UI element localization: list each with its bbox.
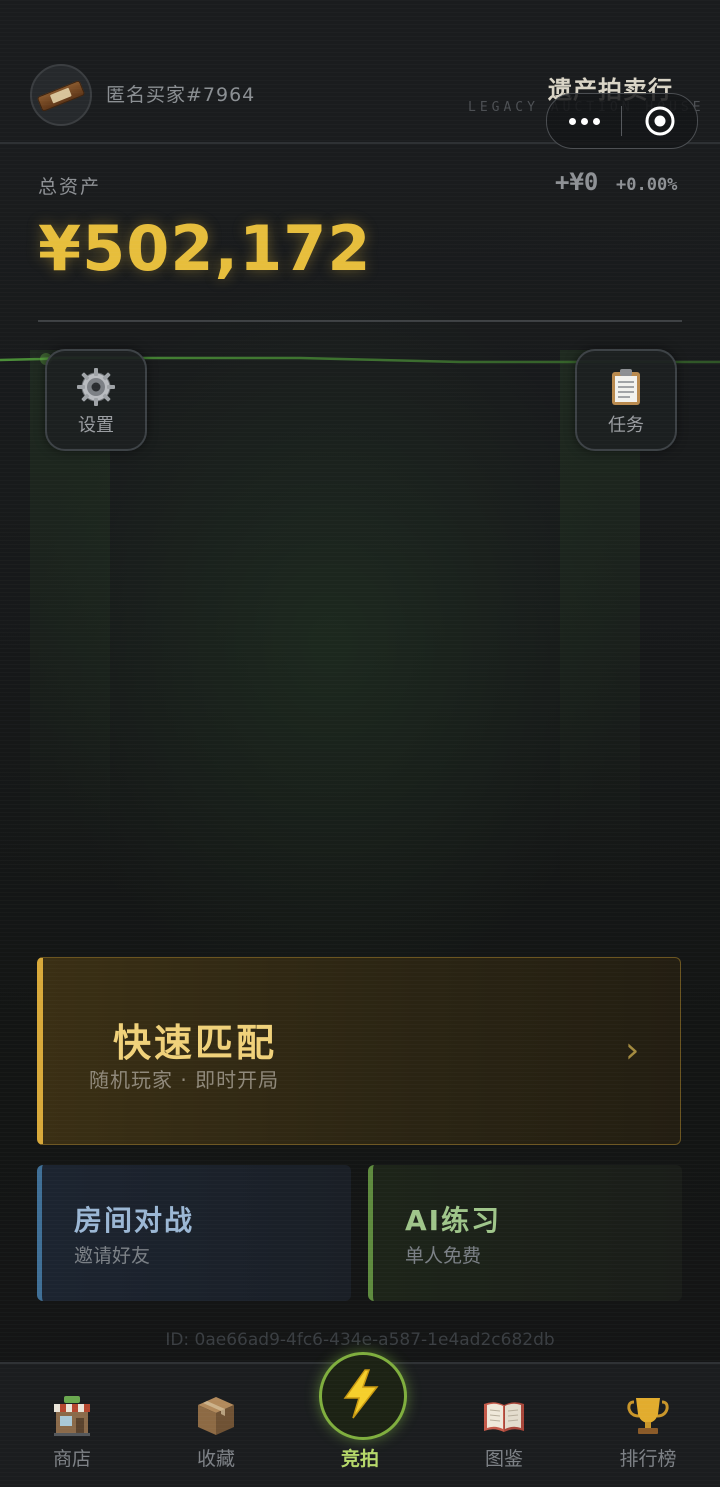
settings-label: 设置	[78, 415, 114, 436]
quick-match-title: 快速匹配	[113, 1021, 278, 1065]
more-icon[interactable]	[565, 108, 605, 132]
tasks-button[interactable]: 任务	[575, 349, 677, 451]
tab-leaderboard-label: 排行榜	[619, 1448, 677, 1470]
ai-practice-title: AI练习	[405, 1204, 502, 1237]
username: 匿名买家#7964	[106, 84, 256, 106]
room-battle-title: 房间对战	[74, 1204, 195, 1237]
auction-center-button[interactable]	[319, 1352, 407, 1440]
assets-label: 总资产	[38, 176, 102, 198]
total-assets-value: ¥502,172	[38, 212, 372, 285]
tab-collection-label: 收藏	[196, 1448, 235, 1470]
tab-collection[interactable]: 收藏	[144, 1364, 288, 1487]
close-miniprogram-icon[interactable]	[643, 104, 677, 138]
tab-leaderboard[interactable]: 排行榜	[576, 1364, 720, 1487]
gear-icon	[77, 368, 115, 406]
avatar[interactable]	[30, 64, 92, 126]
miniprogram-capsule	[546, 93, 698, 149]
clipboard-icon	[612, 369, 640, 405]
chocolate-bar-icon	[36, 79, 86, 113]
tab-shop-label: 商店	[52, 1448, 91, 1470]
tasks-label: 任务	[608, 415, 644, 436]
asset-change-amount: +¥0	[555, 168, 599, 196]
tab-catalog-label: 图鉴	[484, 1448, 523, 1470]
book-icon	[484, 1402, 524, 1432]
quick-match-button[interactable]: 快速匹配 随机玩家 · 即时开局 ›	[37, 957, 681, 1145]
tab-shop[interactable]: 商店	[0, 1364, 144, 1487]
box-icon	[198, 1397, 234, 1435]
quick-match-subtitle: 随机玩家 · 即时开局	[89, 1068, 280, 1092]
asset-change-percent: +0.00%	[616, 175, 678, 195]
room-battle-button[interactable]: 房间对战 邀请好友	[37, 1165, 351, 1301]
capsule-divider	[621, 106, 622, 136]
room-battle-subtitle: 邀请好友	[74, 1245, 151, 1267]
user-id: ID: 0ae66ad9-4fc6-434e-a587-1e4ad2c682db	[165, 1330, 555, 1350]
assets-divider	[38, 320, 682, 322]
lightning-icon	[343, 1369, 379, 1419]
trophy-icon	[627, 1398, 669, 1434]
shop-icon	[54, 1396, 90, 1436]
settings-button[interactable]: 设置	[45, 349, 147, 451]
tab-auction-label: 竞拍	[340, 1448, 379, 1470]
chevron-right-icon: ›	[625, 1030, 640, 1071]
ai-practice-subtitle: 单人免费	[405, 1245, 482, 1267]
ai-practice-button[interactable]: AI练习 单人免费	[368, 1165, 682, 1301]
tab-catalog[interactable]: 图鉴	[432, 1364, 576, 1487]
